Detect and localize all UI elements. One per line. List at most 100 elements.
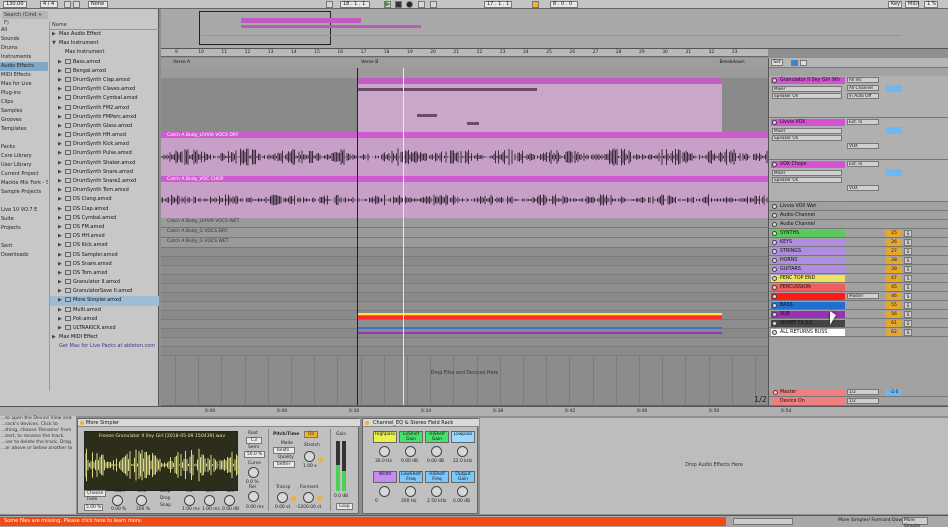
track-fold-icon[interactable] [772,162,777,167]
more-simpler-device[interactable]: More Simpler Freeze Granulator II 0ey Gi… [77,418,360,514]
browser-tree-item[interactable]: ▶ DrumSynth Kick.amxd [50,140,159,149]
browser-tree-item[interactable]: ▶ DrumSynth Shaker.amxd [50,159,159,168]
expand-triangle-icon[interactable]: ▶ [58,287,65,296]
rack-title[interactable]: Channel_EQ & Stereo Field Rack [363,419,479,427]
missing-files-warning[interactable]: Some files are missing. Please click her… [0,517,726,526]
macro-label[interactable]: LoShelf Gain [399,431,423,443]
expand-triangle-icon[interactable]: ▶ [58,104,65,113]
browser-tree-item[interactable]: ▶ DrumSynth Snare.amxd [50,168,159,177]
stop-icon[interactable] [395,1,402,8]
overview-viewport[interactable] [199,11,331,45]
expand-triangle-icon[interactable]: ▶ [58,251,65,260]
macro-label[interactable]: Output Gain [451,471,475,483]
macro-knob[interactable] [457,446,468,457]
session-icon[interactable] [800,60,807,66]
track-output-menu[interactable]: Master [847,293,879,299]
track-fold-icon[interactable] [772,231,777,236]
rel-knob[interactable] [248,491,259,502]
arrange-icon[interactable] [791,60,798,66]
solo-button[interactable]: S [904,320,912,327]
track-in-menu[interactable]: All Ins [847,77,879,83]
track-fold-icon[interactable] [772,312,777,317]
group-track-lane[interactable] [161,347,768,356]
track-name[interactable]: Livvia VOX [771,119,845,126]
group-track-lane[interactable] [161,266,768,275]
name-column-header[interactable]: Name [50,21,159,30]
midi-map-button[interactable]: MIDI [905,1,919,8]
loop-switch-icon[interactable] [532,1,539,8]
track-header[interactable]: Audio Channel [769,220,948,229]
macro-label[interactable]: Width [373,471,397,483]
track-routing-menu[interactable]: Mixer [772,128,842,134]
browser-tree-item[interactable]: ▶ DS Snare.amxd [50,260,159,269]
drop-toggle[interactable]: Drop [160,496,171,501]
track-fold-icon[interactable] [772,249,777,254]
browser-tree-item[interactable]: ▶ DrumSynth FMPerc.amxd [50,113,159,122]
expand-triangle-icon[interactable]: ▶ [58,324,65,333]
browser-tree-item[interactable]: ▶ DrumSynth HH.amxd [50,131,159,140]
solo-button[interactable]: S [904,230,912,237]
expand-triangle-icon[interactable]: ▶ [58,113,65,122]
macro-knob[interactable] [379,486,390,497]
track-header[interactable]: Livvia VOX Wet [769,202,948,211]
track-in-menu[interactable]: Ext. In [847,119,879,125]
device-title[interactable]: More Simpler [78,419,360,427]
solo-button[interactable]: S [904,293,912,300]
macro-label[interactable]: LowShelf Freq [399,471,423,483]
master-cue[interactable]: 1/2 [847,398,879,404]
browser-place-item[interactable]: Max for Live [0,80,48,89]
track-header[interactable]: SUB 56 S [769,310,948,319]
browser-tree-item[interactable]: ▶ Multi.amxd [50,306,159,315]
expand-triangle-icon[interactable]: ▶ [58,241,65,250]
start-knob[interactable] [112,495,123,506]
track-name[interactable]: Granulator II 0ey Girl 9th [771,77,845,84]
browser-tree-item[interactable]: Get Max for Live Packs at ableton.com [50,342,159,351]
browser-tree-item[interactable]: Max Instrument [50,48,159,57]
track-volume[interactable] [886,127,902,134]
browser-place-item[interactable]: Instruments [0,53,48,62]
expand-triangle-icon[interactable]: ▶ [58,149,65,158]
browser-place-item[interactable]: Clips [0,98,48,107]
track-fold-icon[interactable] [772,222,777,227]
macro-knob[interactable] [431,486,442,497]
browser-place-item[interactable]: Templates [0,125,48,134]
track-fold-icon[interactable] [772,294,777,299]
track-name[interactable]: PERC TOP END [771,275,845,282]
time-signature[interactable]: 4 / 4 [40,1,58,8]
lane-wet3[interactable]: Catch A Body_G VOCS WET [161,238,768,248]
expand-triangle-icon[interactable]: ▶ [58,223,65,232]
browser-tree-item[interactable]: ▶ DrumSynth Glass.amxd [50,122,159,131]
track-name[interactable]: ALL RETURNS BUSS [771,329,845,336]
browser-place-item[interactable]: Samples [0,107,48,116]
browser-place-item[interactable]: Projects [0,224,48,233]
metronome-icon[interactable] [64,1,71,8]
browser-tree-item[interactable]: ▶ DrumSynth Clap.amxd [50,76,159,85]
browser-place-item[interactable]: Sounds [0,35,48,44]
expand-triangle-icon[interactable]: ▶ [58,278,65,287]
browser-tree-item[interactable]: ▶ More Simpler.amxd [50,296,159,306]
expand-triangle-icon[interactable]: ▶ [58,260,65,269]
song-position[interactable]: 18 . 1 . 1 [340,1,370,8]
browser-tree-item[interactable]: ▶ DS Tom.amxd [50,269,159,278]
sample-waveform[interactable]: Freeze Granulator II 0ey Girl [2018-05-0… [84,431,239,491]
solo-button[interactable]: S [904,302,912,309]
att-knob[interactable] [184,495,195,506]
locator-marker[interactable]: Verse B [361,60,378,65]
expand-triangle-icon[interactable]: ▶ [58,214,65,223]
solo-button[interactable]: S [904,239,912,246]
macro-knob[interactable] [379,446,390,457]
browser-tree-item[interactable]: ▶ DS Kick.amxd [50,241,159,250]
solo-button[interactable]: S [904,284,912,291]
track-fold-icon[interactable] [772,78,777,83]
browser-tree-item[interactable]: ▶ DrumSynth FM2.amxd [50,104,159,113]
expand-triangle-icon[interactable]: ▶ [58,315,65,324]
choose-button[interactable]: Choose [84,490,107,497]
browser-place-item[interactable]: Plug-ins [0,89,48,98]
browser-place-item[interactable]: Packs [0,143,48,152]
lane-vox-chops[interactable]: Catch A Body_VOC CHOP [161,176,768,218]
track-fold-icon[interactable] [772,204,777,209]
lane-livvia-vox[interactable]: Catch A Body_LIVVIA VOCS DRY [161,132,768,176]
group-track-lane[interactable] [161,275,768,284]
track-fold-icon[interactable] [772,267,777,272]
track-name[interactable]: VOX Chops [771,161,845,168]
